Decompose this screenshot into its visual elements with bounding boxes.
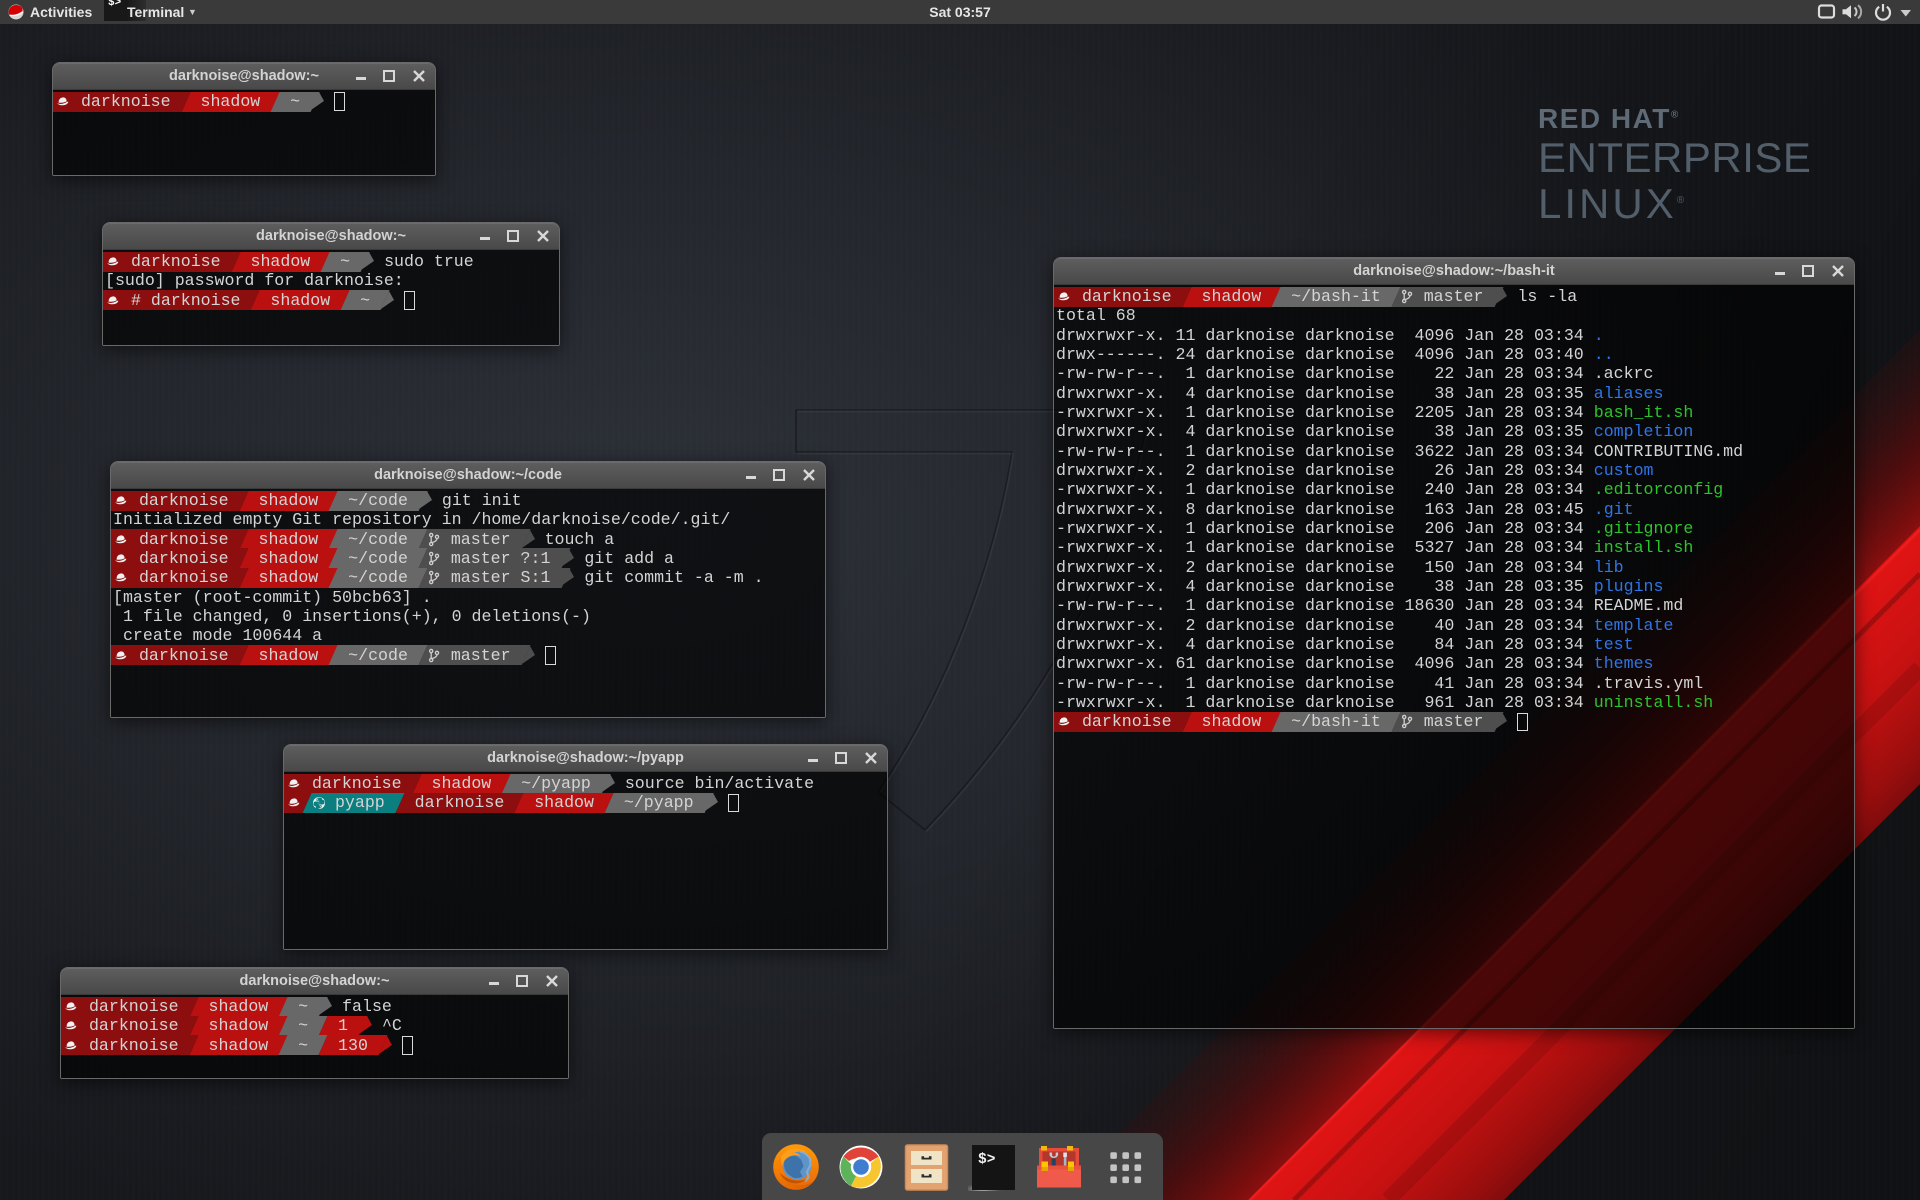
svg-text:$>: $> [978,1152,995,1168]
